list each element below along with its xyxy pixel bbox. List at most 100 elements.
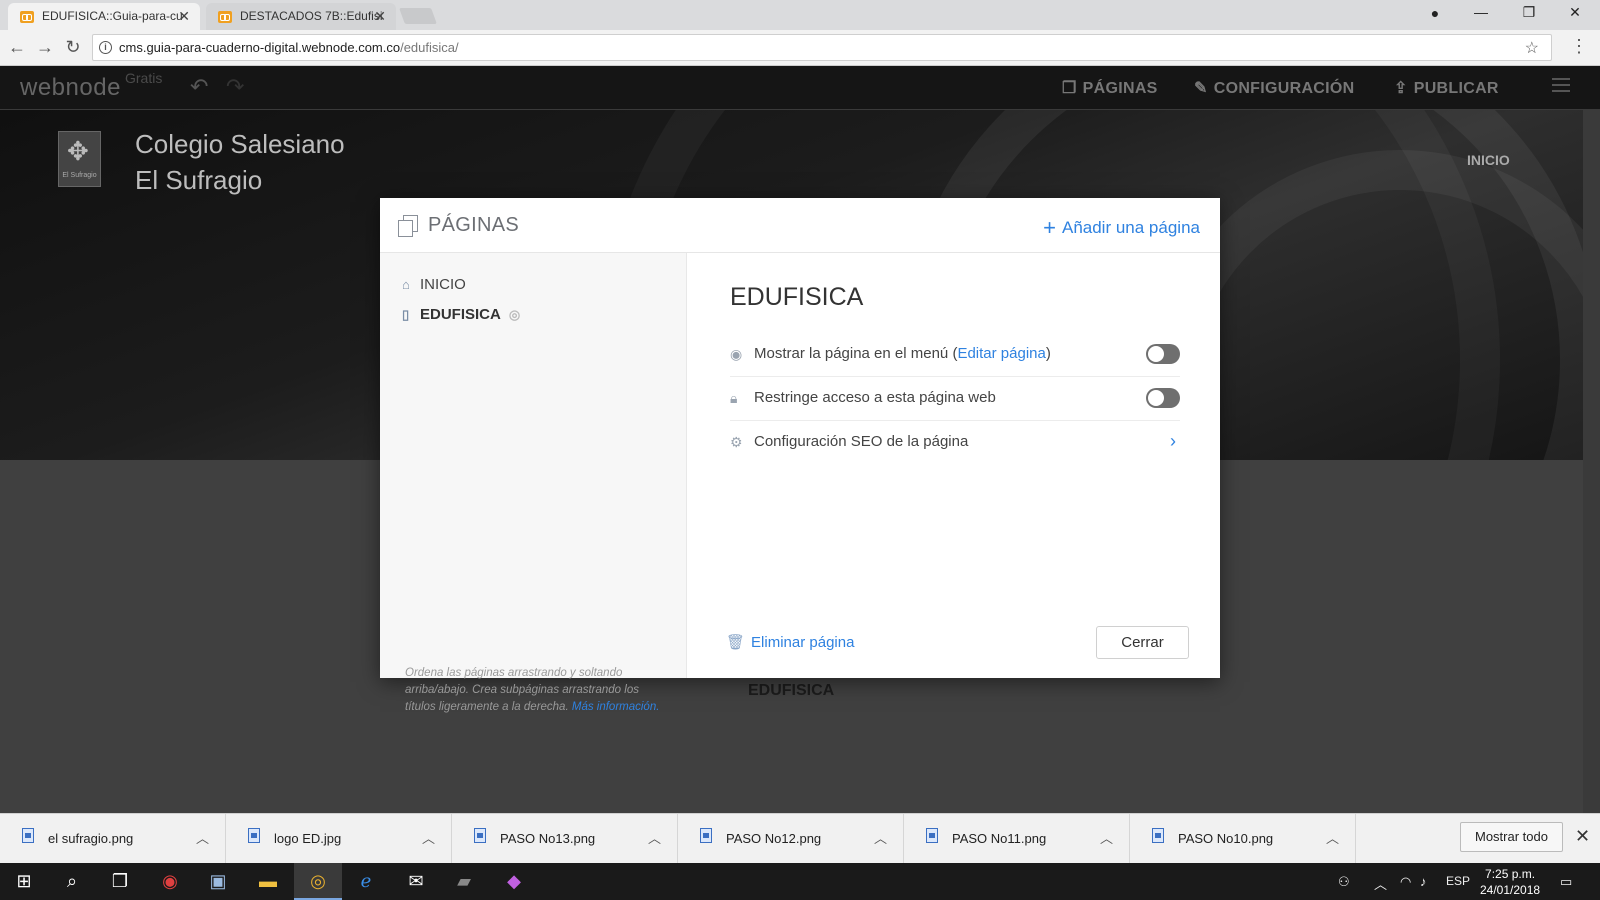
chevron-up-icon[interactable]: ︿ (196, 828, 209, 847)
nav-pages[interactable]: ❐ PÁGINAS (1062, 78, 1158, 98)
wifi-icon[interactable]: ◠ (1400, 874, 1411, 890)
volume-icon[interactable]: ♪ (1420, 874, 1427, 889)
webnode-editor-bar: webnode Gratis ↶ ↷ ❐ PÁGINAS ✎ CONFIGURACI… (0, 66, 1600, 110)
back-arrow-icon[interactable]: ← (6, 37, 28, 58)
upload-icon: ⇪ (1394, 80, 1408, 97)
close-tab-icon[interactable]: ✕ (374, 8, 386, 25)
chevron-up-icon[interactable]: ︿ (1100, 828, 1113, 847)
dialog-header: PÁGINAS + Añadir una página (380, 198, 1220, 253)
undo-icon[interactable]: ↶ (190, 74, 208, 100)
page-heading: EDUFISICA (748, 682, 835, 699)
show-in-menu-toggle[interactable] (1146, 344, 1180, 364)
download-shelf: el sufragio.png ︿ logo ED.jpg ︿ PASO No1… (0, 813, 1600, 864)
download-filename: el sufragio.png (48, 831, 134, 846)
download-filename: PASO No12.png (726, 831, 822, 846)
browser-tab-bar: EDUFISICA::Guia-para-cu ✕ DESTACADOS 7B:… (0, 0, 1600, 30)
internet-explorer-icon[interactable]: ℯ (342, 863, 390, 900)
site-menu-inicio[interactable]: INICIO (1467, 152, 1510, 168)
device-icon[interactable]: ▰ (440, 863, 488, 900)
browser-tab-active[interactable]: EDUFISICA::Guia-para-cu ✕ (8, 3, 200, 30)
mail-icon[interactable]: ✉ (392, 863, 440, 900)
site-name[interactable]: Colegio Salesiano El Sufragio (135, 126, 345, 198)
image-file-icon (474, 828, 486, 843)
nav-configuration-label: CONFIGURACIÓN (1213, 80, 1355, 97)
people-icon[interactable]: ⚇ (1338, 874, 1350, 890)
download-item[interactable]: PASO No13.png ︿ (452, 814, 678, 864)
seo-settings-row[interactable]: ⚙ Configuración SEO de la página › (730, 421, 1180, 465)
close-tab-icon[interactable]: ✕ (178, 8, 190, 25)
download-item[interactable]: PASO No12.png ︿ (678, 814, 904, 864)
image-file-icon (700, 828, 712, 843)
clock-time: 7:25 p.m. (1485, 867, 1536, 881)
dialog-title: PÁGINAS (428, 214, 520, 236)
download-item[interactable]: PASO No10.png ︿ (1130, 814, 1356, 864)
site-logo-text: El Sufragio (62, 172, 97, 179)
chevron-up-icon[interactable]: ︿ (874, 828, 887, 847)
download-item[interactable]: logo ED.jpg ︿ (226, 814, 452, 864)
close-dialog-button[interactable]: Cerrar (1096, 626, 1189, 659)
site-info-icon[interactable]: i (99, 41, 112, 54)
reload-icon[interactable]: ↻ (62, 37, 84, 58)
task-view-icon[interactable]: ❐ (96, 863, 144, 900)
site-favicon-icon (20, 11, 34, 23)
site-logo[interactable]: ✥ El Sufragio (58, 131, 101, 187)
paint-icon[interactable]: ◆ (490, 863, 538, 900)
more-info-link[interactable]: Más información. (572, 701, 660, 713)
restrict-access-row: 🔒︎ Restringe acceso a esta página web (730, 377, 1180, 421)
page-scrollbar[interactable] (1583, 110, 1600, 813)
control-panel-icon[interactable]: ▣ (194, 863, 242, 900)
seo-settings-label: Configuración SEO de la página (754, 433, 969, 450)
restore-window-icon[interactable]: ❐ (1514, 4, 1544, 21)
action-center-icon[interactable]: ▭ (1560, 874, 1572, 890)
language-indicator[interactable]: ESP (1446, 874, 1470, 888)
user-profile-icon[interactable]: ● (1420, 5, 1450, 21)
show-hidden-icons-icon[interactable]: ︿ (1374, 874, 1387, 893)
chevron-up-icon[interactable]: ︿ (1326, 828, 1339, 847)
download-filename: PASO No13.png (500, 831, 596, 846)
webnode-logo: webnode (20, 74, 121, 101)
edit-page-link[interactable]: Editar página (957, 345, 1045, 362)
show-in-menu-row: ◉ Mostrar la página en el menú (Editar p… (730, 333, 1180, 377)
chevron-up-icon[interactable]: ︿ (422, 828, 435, 847)
restrict-access-toggle[interactable] (1146, 388, 1180, 408)
chevron-up-icon[interactable]: ︿ (648, 828, 661, 847)
windows-start-icon[interactable]: ⊞ (0, 863, 48, 900)
close-window-icon[interactable]: ✕ (1560, 4, 1590, 21)
page-settings-panel: EDUFISICA ◉ Mostrar la página en el menú… (688, 253, 1220, 678)
show-in-menu-text: Mostrar la página en el menú ( (754, 345, 958, 362)
site-favicon-icon (218, 11, 232, 23)
delete-page-label: Eliminar página (751, 634, 855, 651)
page-list-item-inicio[interactable]: ⌂ INICIO (402, 276, 466, 293)
forward-arrow-icon[interactable]: → (34, 37, 56, 58)
page-list-item-edufisica[interactable]: ▯ EDUFISICA ◎ (402, 306, 520, 323)
site-name-line2: El Sufragio (135, 165, 263, 195)
hamburger-menu-icon[interactable] (1552, 78, 1570, 92)
home-icon: ⌂ (402, 277, 410, 292)
image-file-icon (22, 828, 34, 843)
file-explorer-icon[interactable]: ▬ (244, 863, 292, 900)
minimize-window-icon[interactable]: — (1466, 4, 1496, 20)
system-clock[interactable]: 7:25 p.m. 24/01/2018 (1480, 866, 1540, 898)
nav-publish-label: PUBLICAR (1413, 80, 1499, 97)
app-red-icon[interactable]: ◉ (146, 863, 194, 900)
nav-configuration[interactable]: ✎ CONFIGURACIÓN (1194, 78, 1355, 98)
image-file-icon (926, 828, 938, 843)
chevron-right-icon: › (1170, 431, 1176, 451)
chrome-icon[interactable]: ◎ (294, 863, 342, 900)
add-page-button[interactable]: + Añadir una página (1043, 215, 1200, 241)
download-item[interactable]: PASO No11.png ︿ (904, 814, 1130, 864)
download-item[interactable]: el sufragio.png ︿ (0, 814, 226, 864)
address-bar[interactable]: i cms.guia-para-cuaderno-digital.webnode… (92, 34, 1552, 61)
new-tab-button[interactable] (399, 8, 437, 24)
delete-page-button[interactable]: 🗑︎ Eliminar página (726, 633, 854, 651)
browser-menu-icon[interactable]: ⋮ (1570, 36, 1588, 57)
download-filename: PASO No10.png (1178, 831, 1274, 846)
show-all-downloads-button[interactable]: Mostrar todo (1460, 822, 1563, 852)
bookmark-star-icon[interactable]: ☆ (1525, 38, 1539, 58)
close-shelf-icon[interactable]: ✕ (1575, 826, 1590, 847)
redo-icon[interactable]: ↷ (226, 74, 244, 100)
search-icon[interactable]: ⌕ (48, 863, 96, 900)
browser-tab[interactable]: DESTACADOS 7B::Edufisi ✕ (206, 3, 396, 30)
selected-page-title: EDUFISICA (730, 283, 864, 311)
nav-publish[interactable]: ⇪ PUBLICAR (1394, 78, 1499, 98)
